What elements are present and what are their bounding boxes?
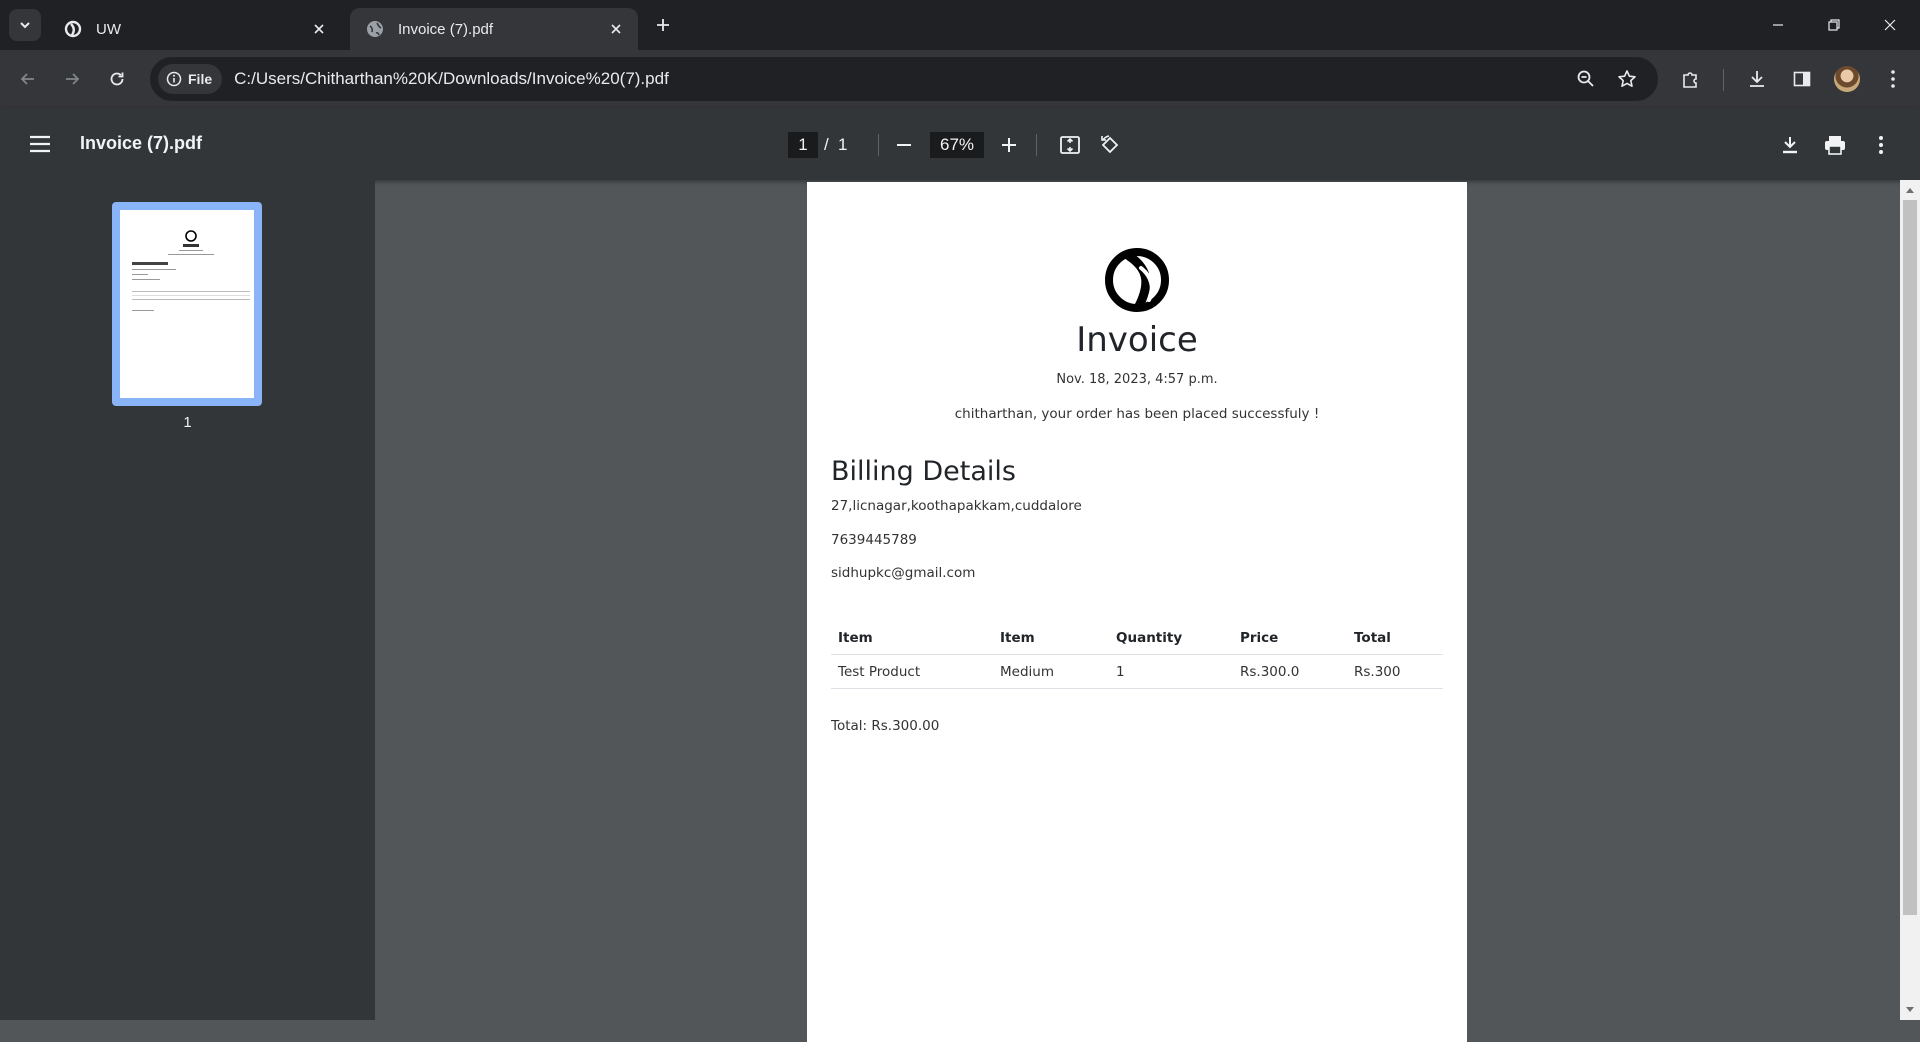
puzzle-icon: [1680, 69, 1700, 89]
column-header: Total: [1347, 622, 1443, 655]
bookmark-star-icon[interactable]: [1615, 67, 1639, 91]
billing-phone: 7639445789: [831, 532, 917, 548]
table-cell: Test Product: [831, 654, 993, 689]
table-cell: Rs.300.0: [1233, 654, 1347, 689]
toolbar-divider: [1723, 69, 1724, 91]
tab-title: Invoice (7).pdf: [398, 20, 494, 38]
arrow-right-icon: [63, 70, 81, 88]
side-panel-button[interactable]: [1788, 65, 1816, 93]
plus-icon: [655, 17, 671, 33]
more-vertical-icon: [1878, 135, 1884, 155]
tab-close-icon[interactable]: [309, 19, 329, 39]
globe-icon: [366, 20, 384, 38]
scrollbar-thumb[interactable]: [1903, 200, 1917, 915]
zoom-in-button[interactable]: [994, 130, 1024, 160]
tab-strip: UW Invoice (7).pdf: [0, 0, 1920, 50]
side-panel-icon: [1792, 69, 1812, 89]
document-viewport[interactable]: Invoice Nov. 18, 2023, 4:57 p.m. chithar…: [375, 180, 1900, 1042]
reload-icon: [108, 70, 126, 88]
zoom-level-input[interactable]: 67%: [930, 132, 984, 158]
order-message: chitharthan, your order has been placed …: [954, 406, 1320, 422]
extensions-button[interactable]: [1676, 65, 1704, 93]
column-header: Item: [831, 622, 993, 655]
reload-button[interactable]: [103, 65, 131, 93]
close-icon: [1883, 18, 1897, 32]
browser-toolbar: File C:/Users/Chitharthan%20K/Downloads/…: [0, 50, 1920, 108]
chevron-down-icon: [18, 18, 32, 32]
table-cell: Medium: [993, 654, 1109, 689]
tab-title: UW: [96, 20, 121, 38]
invoice-title: Invoice: [1076, 320, 1198, 360]
pdf-page: Invoice Nov. 18, 2023, 4:57 p.m. chithar…: [807, 182, 1467, 1042]
address-bar[interactable]: File C:/Users/Chitharthan%20K/Downloads/…: [150, 57, 1658, 101]
print-button[interactable]: [1820, 130, 1850, 160]
sidebar-toggle-button[interactable]: [26, 131, 54, 157]
restore-icon: [1827, 18, 1841, 32]
page-thumbnail[interactable]: [112, 202, 262, 406]
download-icon: [1780, 135, 1800, 155]
back-button[interactable]: [14, 65, 42, 93]
more-vertical-icon: [1890, 69, 1896, 89]
minus-icon: [895, 136, 913, 154]
tab-search-button[interactable]: [9, 9, 41, 41]
minimize-icon: [1771, 18, 1785, 32]
site-info-chip[interactable]: File: [158, 64, 223, 94]
thumbnail-preview: [124, 214, 254, 398]
downloads-button[interactable]: [1743, 65, 1771, 93]
tab-close-icon[interactable]: [606, 19, 626, 39]
forward-button[interactable]: [58, 65, 86, 93]
arrow-left-icon: [19, 70, 37, 88]
thumbnail-page-number: 1: [183, 414, 192, 431]
thumbnail-sidebar: 1: [0, 180, 375, 1020]
zoom-icon[interactable]: [1574, 67, 1598, 91]
fit-page-icon: [1059, 134, 1081, 156]
pdf-toolbar: Invoice (7).pdf 1 / 1 67%: [0, 108, 1920, 180]
invoice-table: Item Item Quantity Price Total Test Prod…: [831, 622, 1443, 689]
download-icon: [1747, 69, 1767, 89]
table-cell: 1: [1109, 654, 1233, 689]
pdf-more-button[interactable]: [1866, 130, 1896, 160]
plus-icon: [1000, 136, 1018, 154]
pdf-download-button[interactable]: [1775, 130, 1805, 160]
restore-button[interactable]: [1806, 0, 1862, 50]
print-icon: [1824, 135, 1846, 155]
rotate-icon: [1099, 134, 1121, 156]
menu-icon: [29, 135, 51, 153]
page-separator: /: [824, 135, 829, 154]
tab-uw[interactable]: UW: [48, 8, 341, 50]
table-cell: Rs.300: [1347, 654, 1443, 689]
zoom-out-button[interactable]: [889, 130, 919, 160]
info-icon: [166, 71, 188, 87]
close-window-button[interactable]: [1862, 0, 1918, 50]
column-header: Item: [993, 622, 1109, 655]
toolbar-divider: [878, 134, 879, 156]
page-total: 1: [838, 135, 848, 154]
column-header: Quantity: [1109, 622, 1233, 655]
chip-label: File: [188, 71, 213, 87]
page-number-input[interactable]: 1: [788, 132, 818, 158]
column-header: Price: [1233, 622, 1347, 655]
new-tab-button[interactable]: [650, 12, 676, 38]
tab-invoice-pdf[interactable]: Invoice (7).pdf: [350, 8, 638, 50]
scroll-up-arrow[interactable]: [1904, 184, 1916, 196]
url-text[interactable]: C:/Users/Chitharthan%20K/Downloads/Invoi…: [234, 69, 669, 89]
invoice-date: Nov. 18, 2023, 4:57 p.m.: [1056, 372, 1218, 387]
fit-to-page-button[interactable]: [1055, 130, 1085, 160]
scroll-down-arrow[interactable]: [1904, 1004, 1916, 1016]
table-row: Test Product Medium 1 Rs.300.0 Rs.300: [831, 654, 1443, 689]
invoice-total: Total: Rs.300.00: [831, 718, 940, 734]
rotate-button[interactable]: [1095, 130, 1125, 160]
document-title: Invoice (7).pdf: [80, 133, 203, 153]
browser-menu-button[interactable]: [1879, 65, 1907, 93]
billing-address: 27,licnagar,koothapakkam,cuddalore: [831, 498, 1082, 514]
minimize-button[interactable]: [1750, 0, 1806, 50]
table-header-row: Item Item Quantity Price Total: [831, 622, 1443, 655]
billing-email: sidhupkc@gmail.com: [831, 565, 976, 581]
company-logo: [1103, 246, 1171, 314]
toolbar-divider: [1036, 134, 1037, 156]
billing-heading: Billing Details: [831, 456, 1016, 487]
uw-logo-icon: [64, 20, 82, 38]
profile-avatar[interactable]: [1834, 66, 1860, 92]
